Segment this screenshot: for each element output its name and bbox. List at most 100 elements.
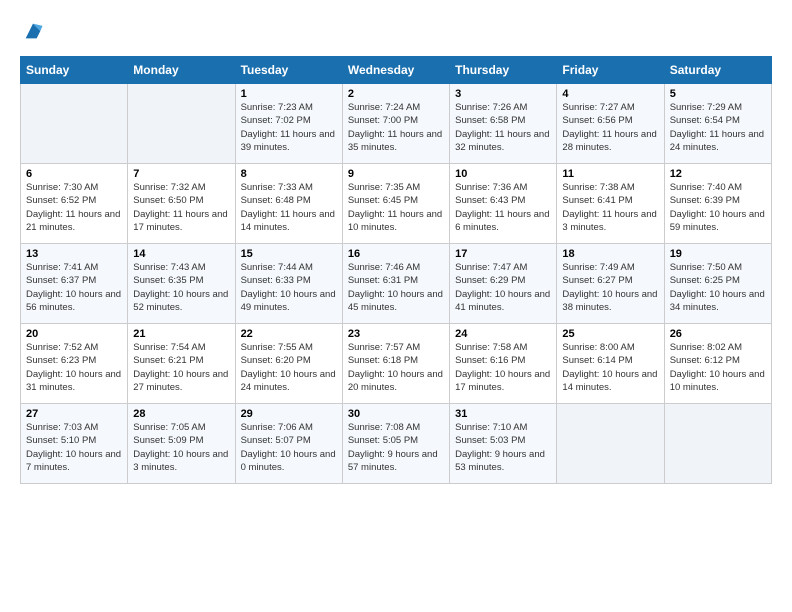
- day-header: Sunday: [21, 57, 128, 84]
- day-detail: Sunrise: 7:30 AM Sunset: 6:52 PM Dayligh…: [26, 181, 122, 234]
- calendar-cell: 15Sunrise: 7:44 AM Sunset: 6:33 PM Dayli…: [235, 244, 342, 324]
- calendar-cell: 12Sunrise: 7:40 AM Sunset: 6:39 PM Dayli…: [664, 164, 771, 244]
- calendar-page: SundayMondayTuesdayWednesdayThursdayFrid…: [0, 0, 792, 612]
- day-number: 1: [241, 88, 337, 100]
- calendar-table: SundayMondayTuesdayWednesdayThursdayFrid…: [20, 56, 772, 484]
- calendar-cell: 9Sunrise: 7:35 AM Sunset: 6:45 PM Daylig…: [342, 164, 449, 244]
- calendar-cell: 31Sunrise: 7:10 AM Sunset: 5:03 PM Dayli…: [450, 404, 557, 484]
- day-number: 7: [133, 168, 229, 180]
- day-detail: Sunrise: 7:47 AM Sunset: 6:29 PM Dayligh…: [455, 261, 551, 314]
- calendar-cell: 2Sunrise: 7:24 AM Sunset: 7:00 PM Daylig…: [342, 84, 449, 164]
- day-number: 31: [455, 408, 551, 420]
- logo-icon: [22, 20, 44, 42]
- calendar-cell: 24Sunrise: 7:58 AM Sunset: 6:16 PM Dayli…: [450, 324, 557, 404]
- calendar-cell: 29Sunrise: 7:06 AM Sunset: 5:07 PM Dayli…: [235, 404, 342, 484]
- calendar-week-row: 13Sunrise: 7:41 AM Sunset: 6:37 PM Dayli…: [21, 244, 772, 324]
- day-number: 26: [670, 328, 766, 340]
- day-number: 4: [562, 88, 658, 100]
- calendar-cell: 4Sunrise: 7:27 AM Sunset: 6:56 PM Daylig…: [557, 84, 664, 164]
- day-detail: Sunrise: 7:29 AM Sunset: 6:54 PM Dayligh…: [670, 101, 766, 154]
- day-number: 11: [562, 168, 658, 180]
- day-number: 8: [241, 168, 337, 180]
- calendar-cell: 13Sunrise: 7:41 AM Sunset: 6:37 PM Dayli…: [21, 244, 128, 324]
- day-header: Wednesday: [342, 57, 449, 84]
- day-detail: Sunrise: 7:52 AM Sunset: 6:23 PM Dayligh…: [26, 341, 122, 394]
- day-detail: Sunrise: 7:26 AM Sunset: 6:58 PM Dayligh…: [455, 101, 551, 154]
- day-header: Friday: [557, 57, 664, 84]
- day-detail: Sunrise: 7:05 AM Sunset: 5:09 PM Dayligh…: [133, 421, 229, 474]
- calendar-cell: 17Sunrise: 7:47 AM Sunset: 6:29 PM Dayli…: [450, 244, 557, 324]
- day-number: 10: [455, 168, 551, 180]
- day-detail: Sunrise: 7:10 AM Sunset: 5:03 PM Dayligh…: [455, 421, 551, 474]
- day-number: 21: [133, 328, 229, 340]
- calendar-week-row: 6Sunrise: 7:30 AM Sunset: 6:52 PM Daylig…: [21, 164, 772, 244]
- calendar-week-row: 20Sunrise: 7:52 AM Sunset: 6:23 PM Dayli…: [21, 324, 772, 404]
- day-number: 15: [241, 248, 337, 260]
- day-number: 30: [348, 408, 444, 420]
- day-detail: Sunrise: 7:55 AM Sunset: 6:20 PM Dayligh…: [241, 341, 337, 394]
- day-number: 27: [26, 408, 122, 420]
- day-number: 5: [670, 88, 766, 100]
- calendar-cell: 25Sunrise: 8:00 AM Sunset: 6:14 PM Dayli…: [557, 324, 664, 404]
- day-detail: Sunrise: 7:41 AM Sunset: 6:37 PM Dayligh…: [26, 261, 122, 314]
- day-detail: Sunrise: 8:02 AM Sunset: 6:12 PM Dayligh…: [670, 341, 766, 394]
- calendar-cell: 22Sunrise: 7:55 AM Sunset: 6:20 PM Dayli…: [235, 324, 342, 404]
- day-number: 17: [455, 248, 551, 260]
- day-number: 23: [348, 328, 444, 340]
- day-detail: Sunrise: 7:54 AM Sunset: 6:21 PM Dayligh…: [133, 341, 229, 394]
- header: [20, 20, 772, 42]
- day-number: 28: [133, 408, 229, 420]
- calendar-cell: 23Sunrise: 7:57 AM Sunset: 6:18 PM Dayli…: [342, 324, 449, 404]
- calendar-cell: 3Sunrise: 7:26 AM Sunset: 6:58 PM Daylig…: [450, 84, 557, 164]
- day-number: 25: [562, 328, 658, 340]
- day-number: 9: [348, 168, 444, 180]
- day-number: 2: [348, 88, 444, 100]
- calendar-cell: 5Sunrise: 7:29 AM Sunset: 6:54 PM Daylig…: [664, 84, 771, 164]
- day-detail: Sunrise: 7:46 AM Sunset: 6:31 PM Dayligh…: [348, 261, 444, 314]
- day-detail: Sunrise: 7:49 AM Sunset: 6:27 PM Dayligh…: [562, 261, 658, 314]
- day-number: 16: [348, 248, 444, 260]
- day-header: Monday: [128, 57, 235, 84]
- day-detail: Sunrise: 7:35 AM Sunset: 6:45 PM Dayligh…: [348, 181, 444, 234]
- calendar-cell: [21, 84, 128, 164]
- calendar-cell: 1Sunrise: 7:23 AM Sunset: 7:02 PM Daylig…: [235, 84, 342, 164]
- day-number: 13: [26, 248, 122, 260]
- day-detail: Sunrise: 7:24 AM Sunset: 7:00 PM Dayligh…: [348, 101, 444, 154]
- calendar-cell: 27Sunrise: 7:03 AM Sunset: 5:10 PM Dayli…: [21, 404, 128, 484]
- day-detail: Sunrise: 7:36 AM Sunset: 6:43 PM Dayligh…: [455, 181, 551, 234]
- day-detail: Sunrise: 7:58 AM Sunset: 6:16 PM Dayligh…: [455, 341, 551, 394]
- day-detail: Sunrise: 8:00 AM Sunset: 6:14 PM Dayligh…: [562, 341, 658, 394]
- calendar-week-row: 27Sunrise: 7:03 AM Sunset: 5:10 PM Dayli…: [21, 404, 772, 484]
- calendar-cell: 28Sunrise: 7:05 AM Sunset: 5:09 PM Dayli…: [128, 404, 235, 484]
- calendar-cell: 8Sunrise: 7:33 AM Sunset: 6:48 PM Daylig…: [235, 164, 342, 244]
- day-header: Thursday: [450, 57, 557, 84]
- day-number: 20: [26, 328, 122, 340]
- day-detail: Sunrise: 7:50 AM Sunset: 6:25 PM Dayligh…: [670, 261, 766, 314]
- day-detail: Sunrise: 7:40 AM Sunset: 6:39 PM Dayligh…: [670, 181, 766, 234]
- day-number: 22: [241, 328, 337, 340]
- calendar-cell: [128, 84, 235, 164]
- day-number: 3: [455, 88, 551, 100]
- day-header: Saturday: [664, 57, 771, 84]
- day-number: 24: [455, 328, 551, 340]
- calendar-cell: 26Sunrise: 8:02 AM Sunset: 6:12 PM Dayli…: [664, 324, 771, 404]
- calendar-week-row: 1Sunrise: 7:23 AM Sunset: 7:02 PM Daylig…: [21, 84, 772, 164]
- calendar-cell: 11Sunrise: 7:38 AM Sunset: 6:41 PM Dayli…: [557, 164, 664, 244]
- day-detail: Sunrise: 7:43 AM Sunset: 6:35 PM Dayligh…: [133, 261, 229, 314]
- day-detail: Sunrise: 7:32 AM Sunset: 6:50 PM Dayligh…: [133, 181, 229, 234]
- day-detail: Sunrise: 7:38 AM Sunset: 6:41 PM Dayligh…: [562, 181, 658, 234]
- calendar-cell: [664, 404, 771, 484]
- day-detail: Sunrise: 7:44 AM Sunset: 6:33 PM Dayligh…: [241, 261, 337, 314]
- day-number: 14: [133, 248, 229, 260]
- calendar-cell: 16Sunrise: 7:46 AM Sunset: 6:31 PM Dayli…: [342, 244, 449, 324]
- day-detail: Sunrise: 7:08 AM Sunset: 5:05 PM Dayligh…: [348, 421, 444, 474]
- day-detail: Sunrise: 7:06 AM Sunset: 5:07 PM Dayligh…: [241, 421, 337, 474]
- calendar-cell: 18Sunrise: 7:49 AM Sunset: 6:27 PM Dayli…: [557, 244, 664, 324]
- day-header: Tuesday: [235, 57, 342, 84]
- day-detail: Sunrise: 7:27 AM Sunset: 6:56 PM Dayligh…: [562, 101, 658, 154]
- calendar-cell: 7Sunrise: 7:32 AM Sunset: 6:50 PM Daylig…: [128, 164, 235, 244]
- day-number: 18: [562, 248, 658, 260]
- calendar-cell: [557, 404, 664, 484]
- calendar-cell: 19Sunrise: 7:50 AM Sunset: 6:25 PM Dayli…: [664, 244, 771, 324]
- logo: [20, 20, 44, 42]
